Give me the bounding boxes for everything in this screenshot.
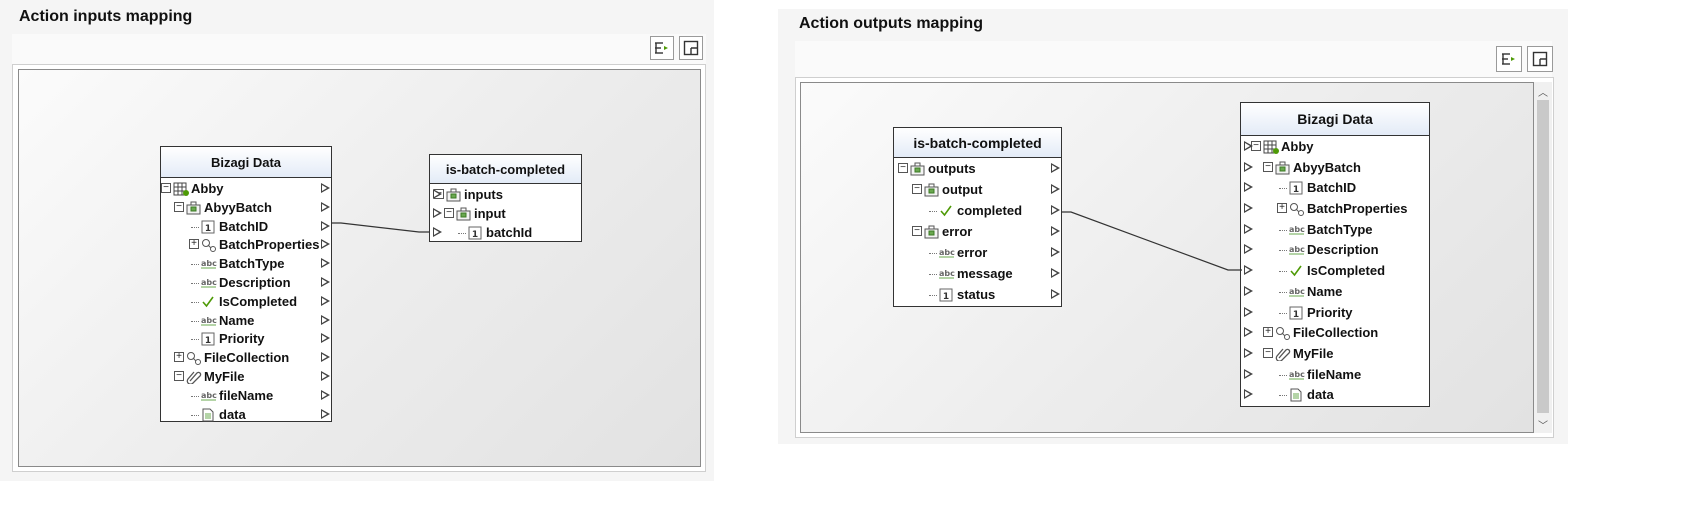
- outputs-mapping-line[interactable]: [801, 83, 1534, 433]
- fit-window-icon: [683, 40, 699, 56]
- inputs-auto-layout-button[interactable]: [650, 36, 674, 60]
- auto-layout-icon: [654, 41, 670, 55]
- outputs-mapping-panel: Action outputs mapping is-batch-complete: [778, 9, 1568, 444]
- outputs-canvas-frame: is-batch-completed − outputs − output comple…: [795, 77, 1554, 438]
- auto-layout-icon: [1501, 52, 1517, 66]
- outputs-fit-window-button[interactable]: [1527, 46, 1553, 72]
- inputs-fit-window-button[interactable]: [679, 36, 703, 60]
- outputs-vertical-scrollbar[interactable]: ︿ ﹀: [1534, 82, 1552, 433]
- inputs-mapping-line[interactable]: [19, 70, 701, 467]
- outputs-panel-title: Action outputs mapping: [799, 15, 983, 32]
- inputs-mapping-canvas[interactable]: Bizagi Data − Abby − AbyyBatch 1 BatchID + Batc…: [18, 69, 701, 467]
- inputs-panel-title: Action inputs mapping: [19, 8, 193, 25]
- fit-window-icon: [1532, 51, 1548, 67]
- outputs-mapping-canvas[interactable]: is-batch-completed − outputs − output comple…: [800, 82, 1534, 433]
- outputs-toolbar: [795, 41, 1553, 78]
- inputs-mapping-panel: Action inputs mapping Bizagi Data − Abby…: [0, 0, 714, 481]
- scroll-down-icon[interactable]: ﹀: [1538, 417, 1548, 432]
- inputs-toolbar: [12, 34, 706, 65]
- scrollbar-thumb[interactable]: [1537, 100, 1549, 413]
- outputs-auto-layout-button[interactable]: [1496, 46, 1522, 72]
- scroll-up-icon[interactable]: ︿: [1538, 84, 1548, 99]
- inputs-canvas-frame: Bizagi Data − Abby − AbyyBatch 1 BatchID + Batc…: [12, 64, 706, 472]
